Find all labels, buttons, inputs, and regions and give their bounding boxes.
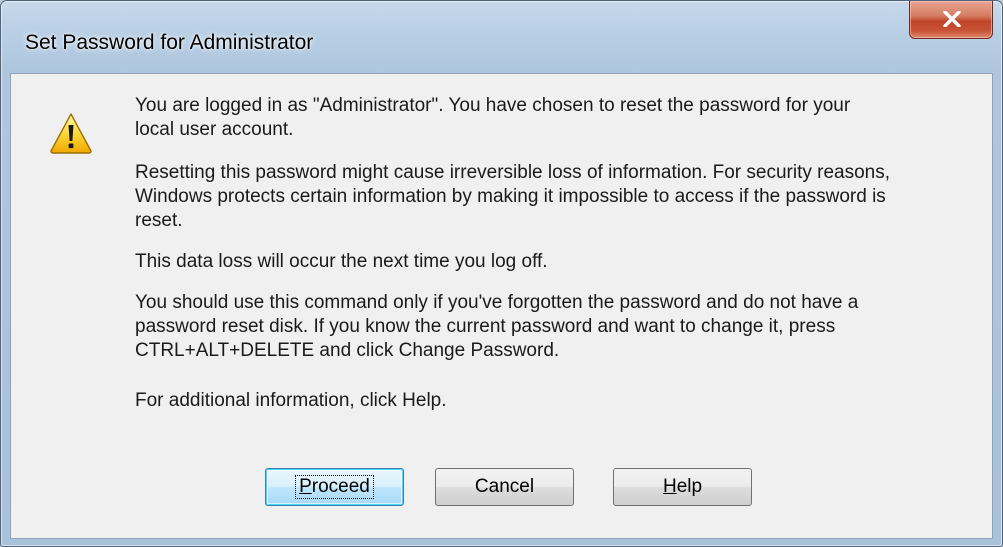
proceed-label: roceed <box>311 476 370 497</box>
close-button[interactable] <box>909 1 993 39</box>
proceed-button[interactable]: Proceed <box>265 468 404 506</box>
title-bar[interactable]: Set Password for Administrator <box>1 1 1002 73</box>
message-text: You are logged in as "Administrator". Yo… <box>135 94 975 413</box>
help-access-key: H <box>662 476 677 497</box>
warning-icon <box>50 113 92 154</box>
message-data-loss-warning: Resetting this password might cause irre… <box>135 162 891 231</box>
help-label: Help <box>663 469 702 505</box>
proceed-access-key: P <box>299 476 312 497</box>
message-logged-in: You are logged in as "Administrator". Yo… <box>135 95 851 140</box>
dialog-body: You are logged in as "Administrator". Yo… <box>10 73 993 539</box>
message-usage-advice: You should use this command only if you'… <box>135 292 859 361</box>
button-row: Proceed Cancel Help <box>11 468 992 506</box>
close-icon <box>943 11 961 27</box>
cancel-label: Cancel <box>474 476 535 497</box>
cancel-button[interactable]: Cancel <box>435 468 574 506</box>
window-title: Set Password for Administrator <box>25 31 314 54</box>
message-log-off: This data loss will occur the next time … <box>135 251 548 272</box>
dialog-window: Set Password for Administrator You are l… <box>0 0 1003 547</box>
help-button[interactable]: Help <box>613 468 752 506</box>
help-label-rest: elp <box>676 476 703 497</box>
message-help-hint: For additional information, click Help. <box>135 390 447 411</box>
proceed-focus: Proceed <box>295 475 374 499</box>
